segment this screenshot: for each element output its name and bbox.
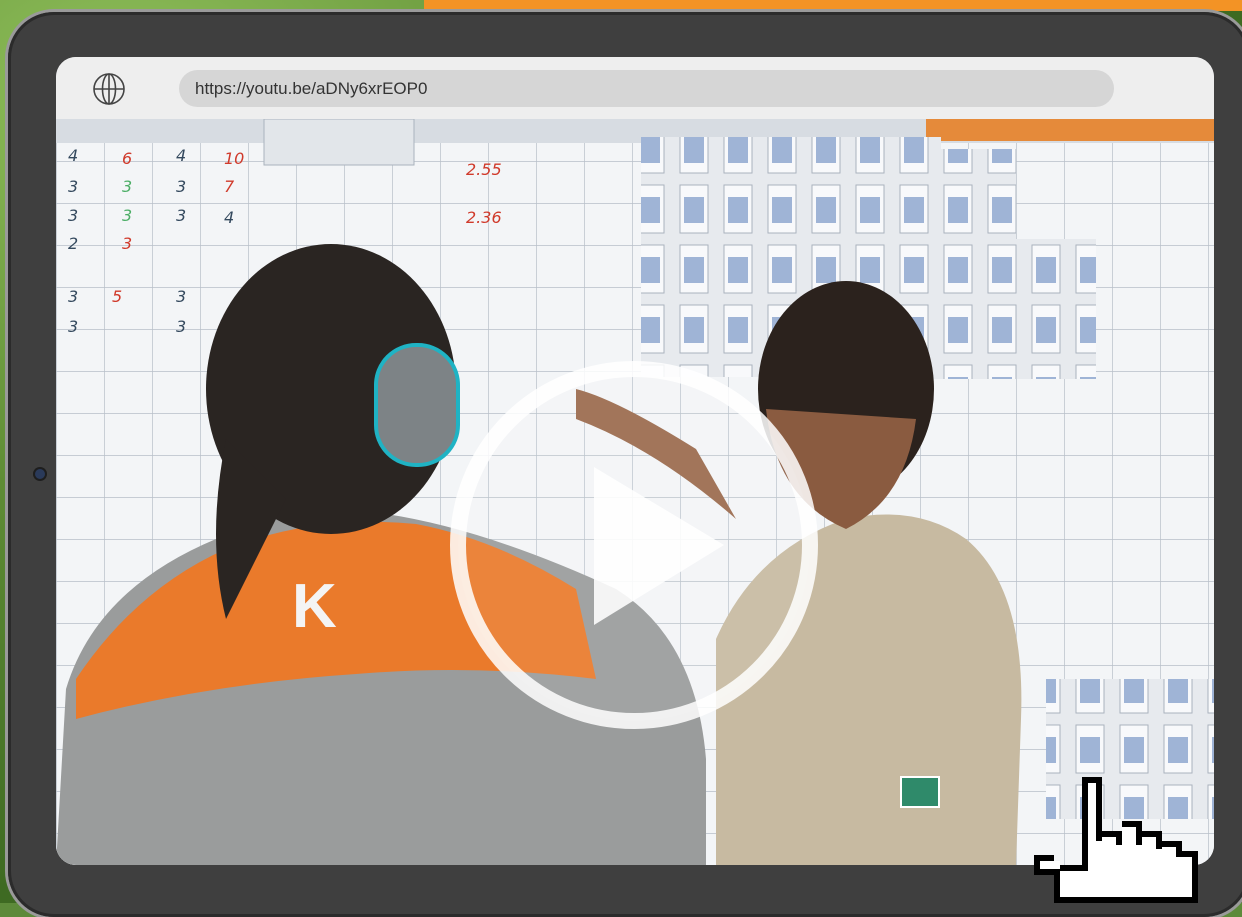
play-icon[interactable] — [448, 359, 820, 731]
svg-text:10: 10 — [224, 149, 244, 168]
tablet-screen: https://youtu.be/aDNy6xrEOP0 4 6 4 10 3 … — [56, 57, 1214, 865]
background-orange-strip — [424, 0, 1242, 11]
svg-text:5: 5 — [112, 287, 122, 306]
camera-dot — [35, 469, 45, 479]
svg-text:2.55: 2.55 — [466, 160, 502, 179]
globe-icon — [93, 73, 125, 105]
svg-text:3: 3 — [68, 206, 78, 225]
svg-text:4: 4 — [224, 208, 234, 227]
video-player[interactable]: 4 6 4 10 3 3 3 7 3 3 3 4 2 3 3 5 3 3 3 2.55 2.36 K — [56, 119, 1214, 865]
svg-text:2.36: 2.36 — [466, 208, 502, 227]
svg-text:4: 4 — [176, 146, 186, 165]
svg-text:4: 4 — [68, 146, 78, 165]
hand-pointer-icon — [1034, 777, 1198, 903]
svg-text:3: 3 — [176, 177, 186, 196]
svg-text:2: 2 — [68, 234, 78, 253]
svg-text:3: 3 — [176, 317, 186, 336]
svg-text:3: 3 — [68, 317, 78, 336]
url-field[interactable]: https://youtu.be/aDNy6xrEOP0 — [179, 70, 1114, 107]
svg-text:K: K — [292, 572, 337, 641]
svg-text:3: 3 — [122, 234, 132, 253]
svg-text:6: 6 — [122, 149, 132, 168]
svg-text:3: 3 — [176, 287, 186, 306]
svg-text:3: 3 — [68, 287, 78, 306]
svg-text:3: 3 — [122, 177, 132, 196]
svg-text:7: 7 — [224, 177, 235, 196]
browser-address-bar: https://youtu.be/aDNy6xrEOP0 — [56, 57, 1214, 119]
svg-text:3: 3 — [176, 206, 186, 225]
svg-text:3: 3 — [122, 206, 132, 225]
svg-text:3: 3 — [68, 177, 78, 196]
